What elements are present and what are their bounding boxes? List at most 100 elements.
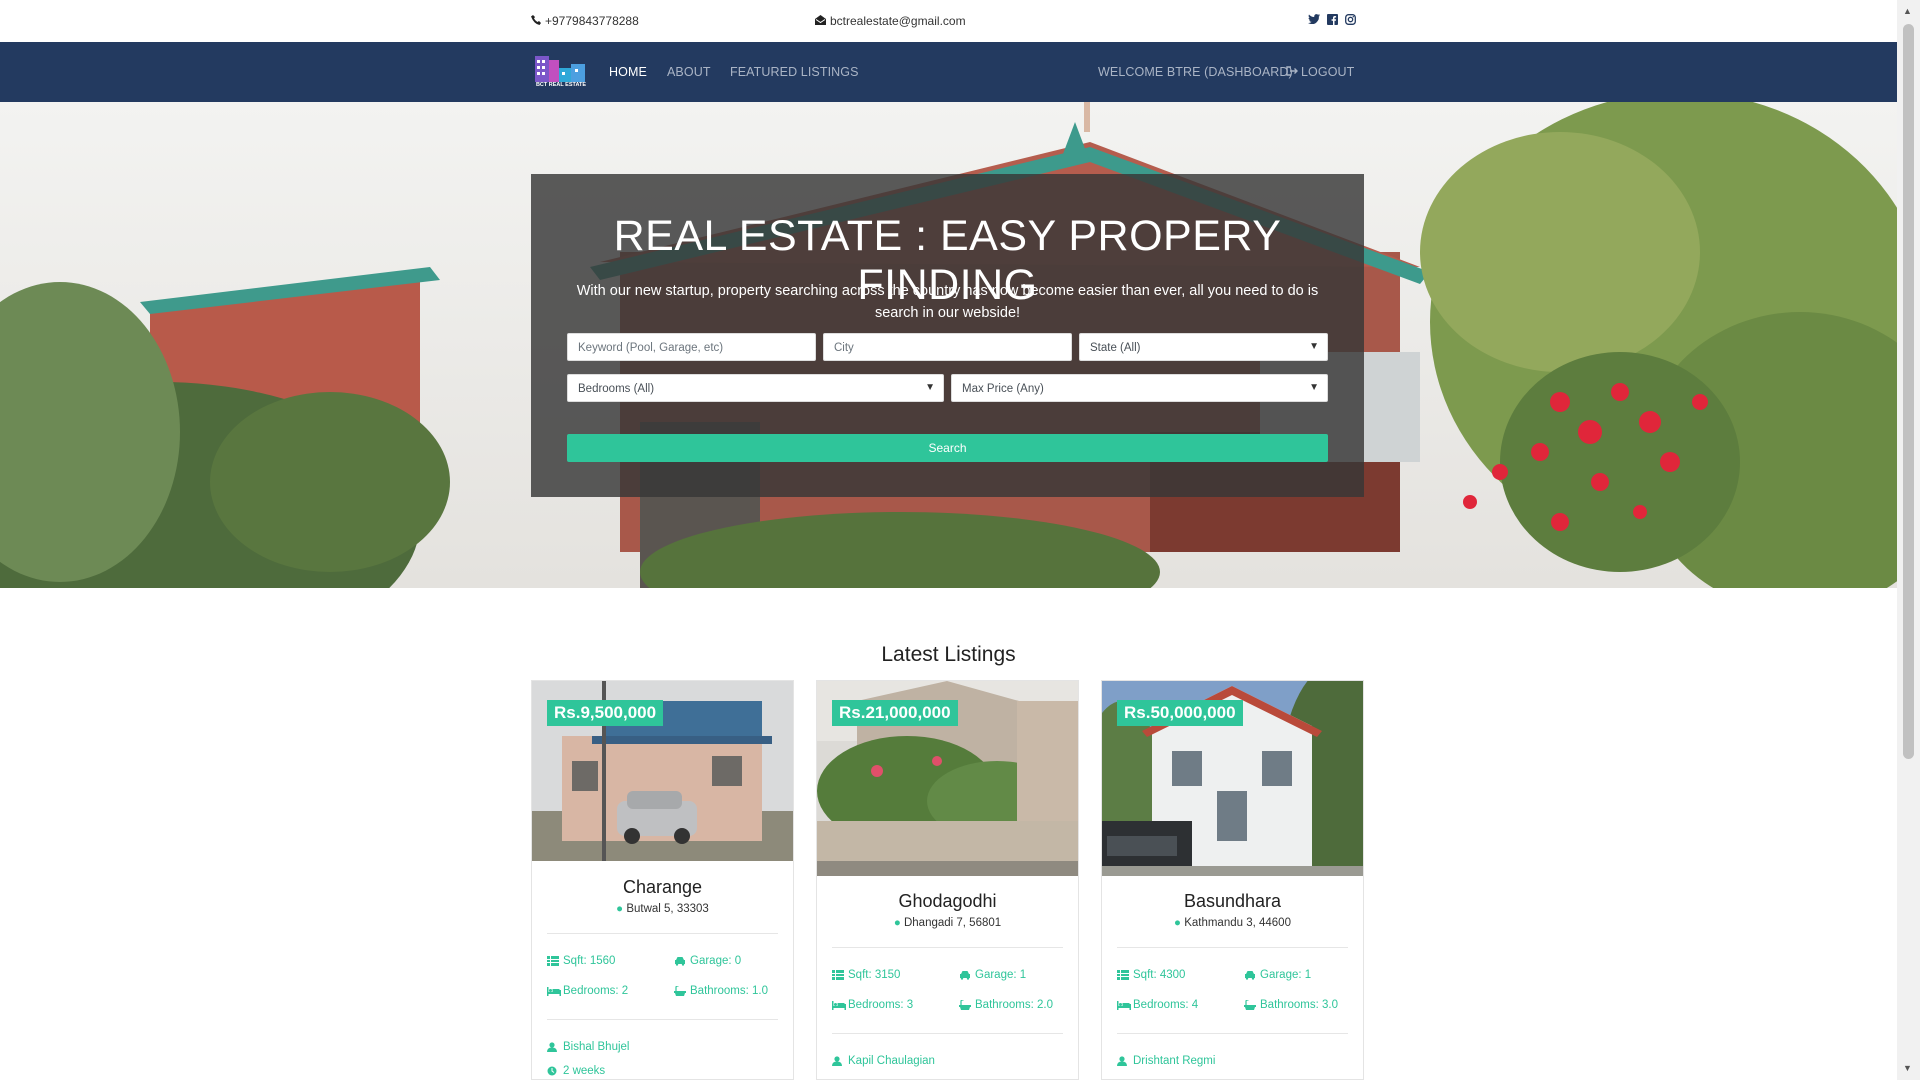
listing-card[interactable]: Rs.9,500,000 Charange ● Butwal 5, 33303 … (531, 680, 794, 1080)
listing-title[interactable]: Charange (532, 877, 793, 898)
site-logo[interactable]: BCT REAL ESTATE (531, 52, 591, 92)
bath-icon (959, 999, 971, 1010)
sqft-feature: Sqft: 1560 (547, 955, 615, 967)
price-badge: Rs.21,000,000 (832, 700, 958, 726)
latest-listings-heading: Latest Listings (881, 643, 1016, 666)
hero-showcase: REAL ESTATE : EASY PROPERY FINDING With … (0, 102, 1897, 588)
map-marker-icon: ● (616, 903, 624, 915)
bedrooms-select[interactable]: Bedrooms (All) (567, 374, 944, 402)
bedrooms-feature: Bedrooms: 2 (547, 985, 628, 997)
listing-title[interactable]: Basundhara (1102, 891, 1363, 912)
clock-icon (547, 1066, 559, 1076)
bath-icon (1244, 999, 1256, 1010)
divider (832, 947, 1063, 948)
email-address: bctrealestate@gmail.com (830, 14, 966, 28)
divider (832, 1033, 1063, 1034)
sqft-feature: Sqft: 4300 (1117, 969, 1185, 981)
garage-feature: Garage: 1 (959, 969, 1026, 981)
bathrooms-text: Bathrooms: 1.0 (690, 985, 768, 997)
listing-card[interactable]: Rs.21,000,000 Ghodagodhi ● Dhangadi 7, 5… (816, 680, 1079, 1080)
garage-feature: Garage: 1 (1244, 969, 1311, 981)
nav-featured-listings[interactable]: FEATURED LISTINGS (730, 65, 859, 79)
main-navbar: BCT REAL ESTATE HOME ABOUT FEATURED LIST… (0, 42, 1897, 102)
realtor-feature: Bishal Bhujel (547, 1041, 629, 1053)
bathrooms-feature: Bathrooms: 2.0 (959, 999, 1053, 1011)
divider (1117, 1033, 1348, 1034)
listed-time: 2 weeks (563, 1065, 606, 1077)
social-links (1308, 13, 1356, 25)
bath-icon (674, 985, 686, 996)
bathrooms-text: Bathrooms: 2.0 (975, 999, 1053, 1011)
listing-location: ● Kathmandu 3, 44600 (1102, 917, 1363, 929)
scrollbar-thumb[interactable] (1903, 24, 1914, 759)
divider (1117, 947, 1348, 948)
sqft-feature: Sqft: 3150 (832, 969, 900, 981)
listing-title[interactable]: Ghodagodhi (817, 891, 1078, 912)
divider (547, 933, 778, 934)
phone-number: +9779843778288 (545, 14, 639, 28)
bedrooms-feature: Bedrooms: 4 (1117, 999, 1198, 1011)
realtor-feature: Drishtant Regmi (1117, 1055, 1215, 1067)
bed-icon (832, 1000, 846, 1010)
nav-about[interactable]: ABOUT (667, 65, 711, 79)
car-icon (959, 970, 971, 980)
divider (547, 1019, 778, 1020)
facebook-icon[interactable] (1326, 13, 1338, 25)
sqft-text: Sqft: 3150 (848, 969, 901, 981)
sign-out-icon (1286, 65, 1299, 79)
top-contact-bar: +9779843778288 bctrealestate@gmail.com (0, 0, 1897, 42)
garage-feature: Garage: 0 (674, 955, 741, 967)
phone-contact: +9779843778288 (531, 14, 639, 28)
realtor-name: Drishtant Regmi (1133, 1055, 1216, 1067)
location-text: Dhangadi 7, 56801 (903, 917, 1002, 929)
realtor-name: Kapil Chaulagian (848, 1055, 935, 1067)
bedrooms-text: Bedrooms: 4 (1133, 999, 1199, 1011)
bed-icon (547, 986, 561, 996)
email-contact: bctrealestate@gmail.com (815, 14, 966, 28)
page-scrollbar[interactable]: ▲ ▼ (1897, 0, 1920, 1080)
phone-icon (531, 14, 541, 28)
listing-card[interactable]: Rs.50,000,000 Basundhara ● Kathmandu 3, … (1101, 680, 1364, 1080)
bedrooms-text: Bedrooms: 2 (563, 985, 629, 997)
listing-location: ● Dhangadi 7, 56801 (817, 917, 1078, 929)
listed-time-feature: 2 weeks (547, 1065, 605, 1077)
logo-text: BCT REAL ESTATE (535, 82, 587, 88)
search-button[interactable]: Search (567, 434, 1328, 462)
grid-icon (547, 956, 559, 966)
bed-icon (1117, 1000, 1131, 1010)
bedrooms-text: Bedrooms: 3 (848, 999, 914, 1011)
hero-subtitle: With our new startup, property searching… (576, 283, 1319, 321)
scroll-down-arrow-icon[interactable]: ▼ (1903, 1063, 1912, 1073)
bedrooms-feature: Bedrooms: 3 (832, 999, 913, 1011)
city-input[interactable]: City (823, 333, 1072, 361)
nav-dashboard[interactable]: WELCOME BTRE (DASHBOARD) (1098, 65, 1293, 79)
listing-location: ● Butwal 5, 33303 (532, 903, 793, 915)
logout-label: LOGOUT (1301, 65, 1355, 79)
search-panel: REAL ESTATE : EASY PROPERY FINDING With … (531, 174, 1364, 497)
car-icon (1244, 970, 1256, 980)
map-marker-icon: ● (893, 917, 901, 929)
user-icon (547, 1042, 559, 1052)
grid-icon (1117, 970, 1129, 980)
location-text: Butwal 5, 33303 (626, 903, 709, 915)
garage-text: Garage: 1 (1260, 969, 1312, 981)
user-icon (832, 1056, 844, 1066)
grid-icon (832, 970, 844, 980)
state-select[interactable]: State (All) (1079, 333, 1328, 361)
sqft-text: Sqft: 1560 (563, 955, 616, 967)
realtor-name: Bishal Bhujel (563, 1041, 630, 1053)
bathrooms-text: Bathrooms: 3.0 (1260, 999, 1338, 1011)
bathrooms-feature: Bathrooms: 3.0 (1244, 999, 1338, 1011)
scroll-up-arrow-icon[interactable]: ▲ (1903, 6, 1912, 16)
nav-home[interactable]: HOME (609, 65, 647, 79)
keyword-input[interactable]: Keyword (Pool, Garage, etc) (567, 333, 816, 361)
instagram-icon[interactable] (1344, 13, 1356, 25)
garage-text: Garage: 1 (975, 969, 1027, 981)
bathrooms-feature: Bathrooms: 1.0 (674, 985, 768, 997)
max-price-select[interactable]: Max Price (Any) (951, 374, 1328, 402)
price-badge: Rs.50,000,000 (1117, 700, 1243, 726)
sqft-text: Sqft: 4300 (1133, 969, 1186, 981)
price-badge: Rs.9,500,000 (547, 700, 664, 726)
nav-logout[interactable]: LOGOUT (1286, 65, 1354, 79)
twitter-icon[interactable] (1308, 13, 1320, 25)
